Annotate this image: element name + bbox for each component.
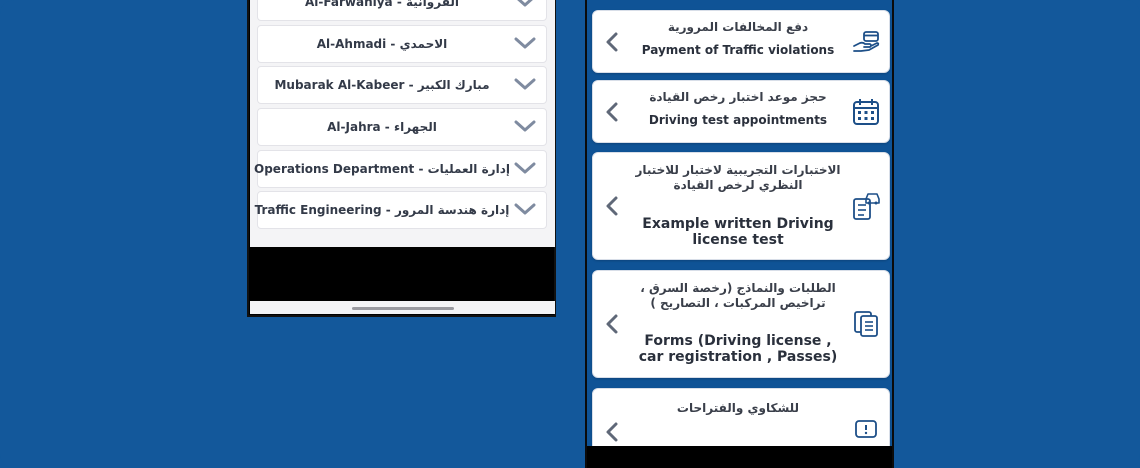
region-item-al-farwaniya[interactable]: Al-Farwaniya - الفروانية — [257, 0, 547, 21]
calendar-icon — [853, 98, 879, 125]
region-item-mubarak-al-kabeer[interactable]: Mubarak Al-Kabeer - مبارك الكبير — [257, 66, 547, 104]
service-title-arabic: دفع المخالفات المرورية — [667, 20, 809, 34]
service-title-arabic: للشكاوي والفتراحات — [676, 401, 800, 415]
service-card-traffic-violations[interactable]: دفع المخالفات المرورية Payment of Traffi… — [592, 10, 890, 73]
service-card-forms[interactable]: الطلبات والنماذج (رخصة السرق ، تراخيص ال… — [592, 270, 890, 378]
checklist-car-icon — [853, 193, 880, 220]
service-title-arabic: الاختبارات التجريبية لاختبار للاختبار ال… — [635, 163, 841, 192]
chevron-down-icon — [517, 0, 533, 7]
complaint-icon — [855, 420, 877, 438]
chevron-left-icon — [606, 32, 618, 51]
region-label: Al-Ahmadi - الاحمدي — [316, 37, 448, 51]
region-label: Traffic Engineering - إدارة هندسة المرور — [254, 203, 510, 217]
service-title-arabic: حجز موعد اختبار رخص القيادة — [649, 90, 827, 104]
region-label: Mubarak Al-Kabeer - مبارك الكبير — [274, 78, 490, 92]
home-indicator[interactable] — [352, 307, 454, 310]
region-list: Al-Farwaniya - الفروانية Al-Ahmadi - الا… — [250, 0, 555, 247]
region-item-al-jahra[interactable]: Al-Jahra - الجهراء — [257, 108, 547, 146]
left-phone: Al-Farwaniya - الفروانية Al-Ahmadi - الا… — [247, 0, 556, 317]
chevron-down-icon — [514, 162, 536, 174]
app-showcase: Al-Farwaniya - الفروانية Al-Ahmadi - الا… — [0, 0, 1140, 468]
region-item-traffic-engineering[interactable]: Traffic Engineering - إدارة هندسة المرور — [254, 191, 547, 229]
bottom-bar — [587, 446, 892, 468]
service-card-example-written-test[interactable]: الاختبارات التجريبية لاختبار للاختبار ال… — [592, 152, 890, 260]
chevron-down-icon — [514, 78, 536, 90]
region-item-operations-department[interactable]: Operations Department - إدارة العمليات — [254, 150, 547, 188]
service-title-english: Driving test appointments — [648, 113, 828, 127]
documents-icon — [854, 311, 878, 337]
region-label: Operations Department - إدارة العمليات — [254, 162, 510, 176]
region-label: Al-Farwaniya - الفروانية — [305, 0, 459, 9]
hand-card-icon — [853, 30, 880, 52]
chevron-left-icon — [606, 196, 618, 216]
right-phone: دفع المخالفات المرورية Payment of Traffi… — [585, 0, 894, 468]
service-title-english: Forms (Driving license , car registratio… — [638, 333, 838, 365]
chevron-left-icon — [606, 314, 618, 334]
region-item-al-ahmadi[interactable]: Al-Ahmadi - الاحمدي — [257, 25, 547, 63]
region-label: Al-Jahra - الجهراء — [327, 120, 437, 134]
service-title-english: Example written Driving license test — [642, 216, 834, 248]
service-card-driving-test-appointments[interactable]: حجز موعد اختبار رخص القيادة Driving test… — [592, 80, 890, 143]
chevron-left-icon — [606, 422, 618, 442]
chevron-down-icon — [514, 120, 536, 132]
service-title-arabic: الطلبات والنماذج (رخصة السرق ، تراخيص ال… — [640, 281, 836, 310]
chevron-down-icon — [514, 37, 536, 49]
chevron-down-icon — [514, 203, 536, 215]
service-title-english: Payment of Traffic violations — [641, 43, 835, 57]
chevron-left-icon — [606, 102, 618, 121]
home-indicator-area — [250, 301, 555, 314]
